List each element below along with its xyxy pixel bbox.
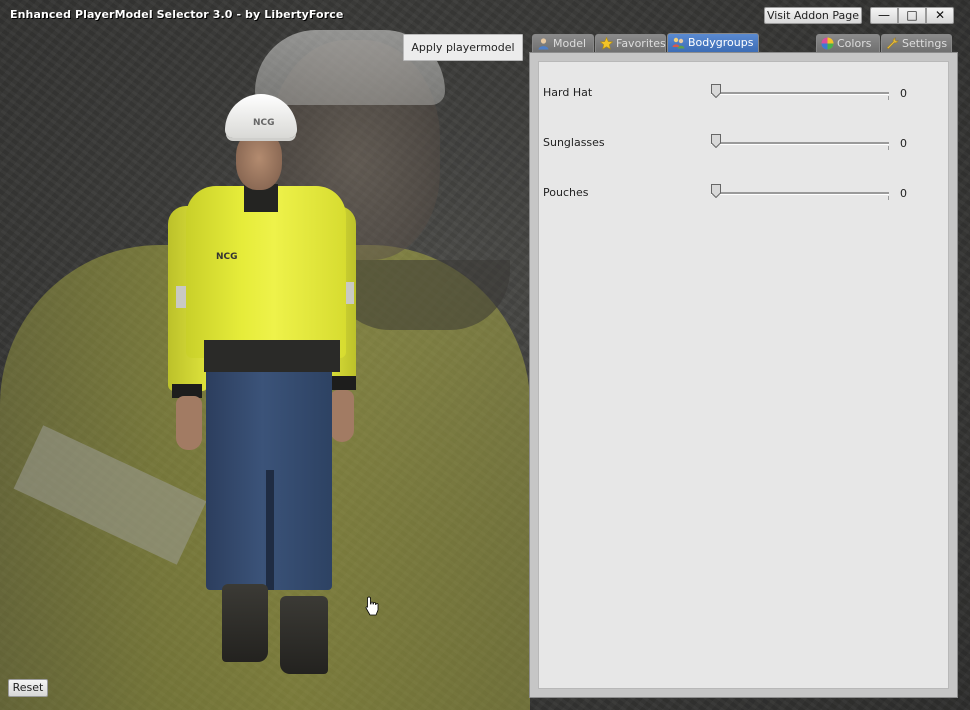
jacket-logo: NCG <box>216 252 238 262</box>
slider-end-tick <box>888 196 889 200</box>
bodygroup-slider-track[interactable] <box>711 192 889 195</box>
tab-bodygroups[interactable]: Bodygroups <box>667 33 759 52</box>
model-belt <box>204 340 340 372</box>
minimize-icon: — <box>878 8 890 22</box>
bodygroup-row-pouches: Pouches 0 <box>543 184 943 204</box>
maximize-button[interactable]: □ <box>898 7 926 24</box>
bodygroup-value: 0 <box>900 137 907 150</box>
bodygroup-value: 0 <box>900 87 907 100</box>
star-icon <box>599 36 614 50</box>
model-left-hand <box>176 396 202 450</box>
person-icon <box>537 37 550 50</box>
wrench-icon <box>886 37 899 50</box>
bodygroups-list <box>538 61 949 689</box>
model-right-boot <box>280 596 328 674</box>
group-icon <box>672 36 685 49</box>
tab-bodygroups-label: Bodygroups <box>688 36 754 49</box>
tab-model-label: Model <box>553 37 587 50</box>
model-right-hand <box>330 390 354 442</box>
close-button[interactable]: ✕ <box>926 7 954 24</box>
preview-background-collar <box>330 260 510 330</box>
visit-addon-page-button[interactable]: Visit Addon Page <box>764 7 862 24</box>
window-title: Enhanced PlayerModel Selector 3.0 - by L… <box>10 8 344 21</box>
maximize-icon: □ <box>906 8 918 22</box>
playermodel-selector-window: NCG NCG Enhanced PlayerModel Selector 3.… <box>0 0 970 710</box>
minimize-button[interactable]: — <box>870 7 898 24</box>
bodygroup-slider-knob[interactable] <box>711 84 721 98</box>
tab-favorites[interactable]: Favorites <box>595 34 666 52</box>
reset-button[interactable]: Reset <box>8 679 48 697</box>
tab-colors[interactable]: Colors <box>816 34 880 52</box>
bodygroup-slider-knob[interactable] <box>711 134 721 148</box>
tab-model[interactable]: Model <box>532 34 594 52</box>
bodygroup-slider-knob[interactable] <box>711 184 721 198</box>
slider-end-tick <box>888 96 889 100</box>
slider-end-tick <box>888 146 889 150</box>
model-left-boot <box>222 584 268 662</box>
tab-settings[interactable]: Settings <box>881 34 952 52</box>
bodygroup-label: Sunglasses <box>543 136 605 149</box>
tab-settings-label: Settings <box>902 37 948 50</box>
bodygroup-row-sunglasses: Sunglasses 0 <box>543 134 943 154</box>
tab-favorites-label: Favorites <box>616 37 666 50</box>
apply-playermodel-button[interactable]: Apply playermodel <box>403 34 523 61</box>
bodygroup-slider-track[interactable] <box>711 92 889 95</box>
close-icon: ✕ <box>934 8 946 22</box>
bodygroup-slider-track[interactable] <box>711 142 889 145</box>
model-face <box>236 132 282 190</box>
model-right-cuff <box>328 376 356 390</box>
tab-colors-label: Colors <box>837 37 872 50</box>
title-bar[interactable]: Enhanced PlayerModel Selector 3.0 - by L… <box>0 0 970 30</box>
palette-icon <box>821 37 834 50</box>
bodygroup-label: Pouches <box>543 186 589 199</box>
hand-cursor-icon <box>365 596 379 616</box>
bodygroup-label: Hard Hat <box>543 86 593 99</box>
bodygroup-value: 0 <box>900 187 907 200</box>
model-pants-gap <box>266 470 274 590</box>
hard-hat-logo: NCG <box>253 118 275 128</box>
bodygroup-row-hard-hat: Hard Hat 0 <box>543 84 943 104</box>
